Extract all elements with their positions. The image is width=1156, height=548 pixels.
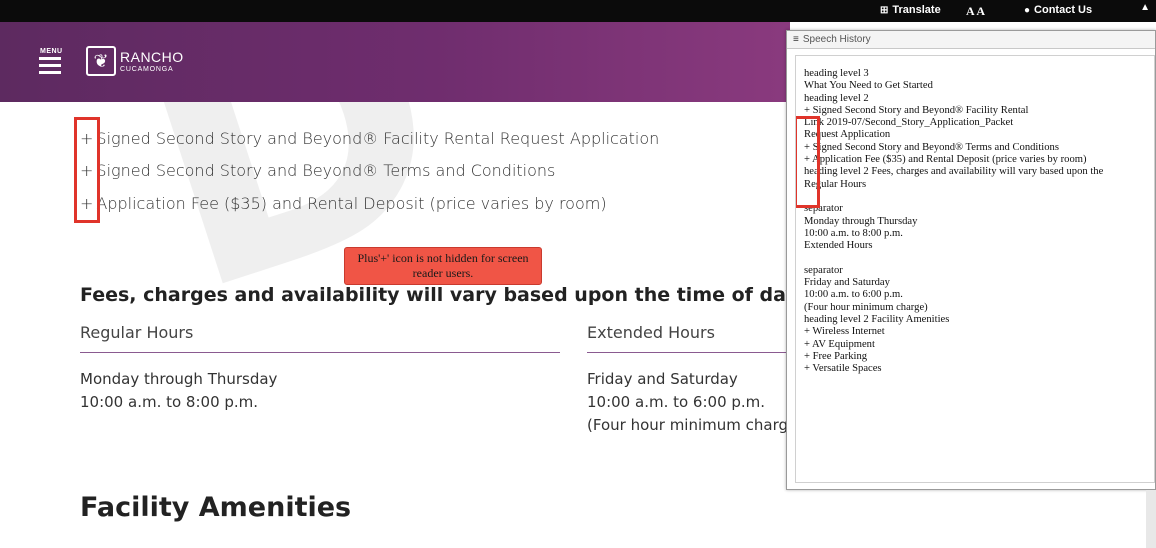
speech-history-line: (Four hour minimum charge)	[804, 301, 928, 313]
chat-bubble-icon: ●	[1024, 5, 1031, 16]
speech-history-line: + Signed Second Story and Beyond® Facili…	[804, 104, 1029, 116]
translate-label: Translate	[892, 4, 941, 16]
speech-history-line: + Wireless Internet	[804, 326, 885, 338]
speech-history-line: heading level 2 Fees, charges and availa…	[804, 166, 1104, 178]
speech-history-line: Monday through Thursday	[804, 215, 918, 227]
site-header: MENU ❦ RANCHO CUCAMONGA	[0, 22, 790, 102]
plus-icons-highlight	[74, 117, 100, 223]
speech-history-line: heading level 2	[804, 92, 869, 104]
speech-history-line: heading level 3	[804, 68, 869, 79]
fees-heading: Fees, charges and availability will vary…	[80, 284, 843, 306]
speech-history-title: Speech History	[802, 34, 871, 45]
list-item-text: Signed Second Story and Beyond® Terms an…	[96, 161, 556, 180]
speech-history-line: Friday and Saturday	[804, 277, 890, 289]
amenities-heading: Facility Amenities	[80, 492, 352, 523]
speech-history-line: separator	[804, 264, 843, 276]
speech-history-line: Extended Hours	[804, 240, 873, 252]
speech-history-log[interactable]: heading level 3 What You Need to Get Star…	[795, 55, 1155, 483]
extended-time: 10:00 a.m. to 6:00 p.m.	[587, 393, 766, 411]
speech-history-lines: heading level 3 What You Need to Get Star…	[804, 68, 1103, 375]
speech-history-line: Link 2019-07/Second_Story_Application_Pa…	[804, 117, 1014, 129]
speech-history-line: What You Need to Get Started	[804, 80, 933, 92]
logo-line-1: RANCHO	[120, 48, 184, 65]
speech-history-line	[804, 191, 1103, 203]
speech-history-line: + Free Parking	[804, 350, 868, 362]
translate-link[interactable]: ⊞ Translate	[880, 4, 941, 16]
site-logo[interactable]: ❦ RANCHO CUCAMONGA	[86, 46, 184, 76]
extended-minimum-note: (Four hour minimum charge)	[587, 416, 786, 434]
contact-link[interactable]: ● Contact Us	[1024, 4, 1092, 16]
list-item-text: Application Fee ($35) and Rental Deposit…	[96, 194, 607, 213]
list-item: + Signed Second Story and Beyond® Terms a…	[80, 161, 555, 180]
regular-days: Monday through Thursday	[80, 370, 278, 388]
text-size-toggle[interactable]: A A	[966, 4, 985, 19]
speech-history-line: + AV Equipment	[804, 338, 875, 350]
panel-menu-icon[interactable]: ≡	[793, 34, 799, 45]
speech-history-line: + Signed Second Story and Beyond® Terms …	[804, 141, 1059, 153]
scroll-up-arrow-icon[interactable]: ▲	[1140, 2, 1150, 13]
speech-history-titlebar[interactable]: ≡ Speech History	[787, 31, 1155, 49]
extended-hours-heading: Extended Hours	[587, 323, 715, 342]
annotation-callout: Plus'+' icon is not hidden for screen re…	[344, 247, 542, 285]
logo-wordmark: RANCHO CUCAMONGA	[120, 50, 184, 73]
speech-history-line: Regular Hours	[804, 178, 867, 190]
regular-hours-divider	[80, 352, 560, 353]
page-scrollbar[interactable]	[1146, 490, 1156, 548]
logo-emblem-icon: ❦	[86, 46, 116, 76]
extended-hours-divider	[587, 352, 787, 353]
speech-plus-highlight	[796, 116, 820, 208]
extended-days: Friday and Saturday	[587, 370, 738, 388]
speech-history-line	[804, 252, 1103, 264]
regular-time: 10:00 a.m. to 8:00 p.m.	[80, 393, 259, 411]
logo-line-2: CUCAMONGA	[120, 65, 174, 73]
contact-label: Contact Us	[1034, 4, 1093, 16]
speech-history-line: 10:00 a.m. to 8:00 p.m.	[804, 227, 903, 239]
menu-label: MENU	[40, 48, 63, 55]
regular-hours-heading: Regular Hours	[80, 323, 194, 342]
translate-icon: ⊞	[880, 5, 889, 16]
list-item-text: Signed Second Story and Beyond® Facility…	[96, 129, 660, 148]
list-item: + Application Fee ($35) and Rental Deposi…	[80, 194, 607, 213]
speech-history-line: separator	[804, 203, 843, 215]
speech-history-line: + Versatile Spaces	[804, 363, 882, 375]
list-item: + Signed Second Story and Beyond® Facilit…	[80, 129, 659, 148]
speech-history-line: 10:00 a.m. to 6:00 p.m.	[804, 289, 903, 301]
speech-history-panel[interactable]: ≡ Speech History heading level 3 What You …	[786, 30, 1156, 490]
speech-history-line: + Application Fee ($35) and Rental Depos…	[804, 154, 1087, 166]
utility-bar: ⊞ Translate A A ● Contact Us ▲	[0, 0, 1156, 22]
speech-history-line: Request Application	[804, 129, 891, 141]
speech-history-line: heading level 2 Facility Amenities	[804, 313, 950, 325]
menu-hamburger-icon[interactable]	[39, 57, 61, 75]
